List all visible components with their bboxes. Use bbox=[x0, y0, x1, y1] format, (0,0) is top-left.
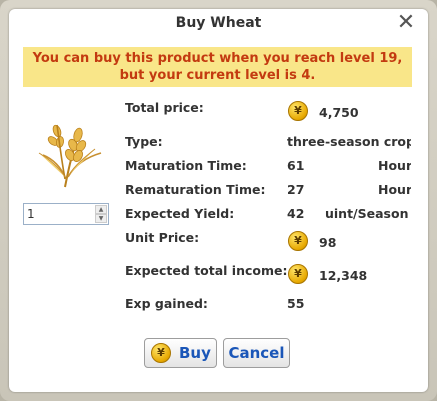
maturation-time-unit: Hours bbox=[378, 158, 411, 173]
increment-arrow-icon[interactable]: ▲ bbox=[95, 205, 107, 214]
close-icon[interactable]: ✕ bbox=[396, 12, 416, 34]
cancel-button[interactable]: Cancel bbox=[223, 338, 290, 368]
level-warning: You can buy this product when you reach … bbox=[23, 47, 412, 87]
type-label: Type: bbox=[125, 134, 163, 149]
maturation-time-label: Maturation Time: bbox=[125, 158, 247, 173]
coin-icon: ¥ bbox=[288, 231, 308, 251]
buy-button-label: Buy bbox=[179, 344, 211, 362]
buy-button[interactable]: ¥ Buy bbox=[144, 338, 217, 368]
rematuration-time-label: Rematuration Time: bbox=[125, 182, 266, 197]
rematuration-time-value: 27 bbox=[287, 182, 305, 197]
expected-income-label: Expected total income: bbox=[125, 263, 288, 278]
expected-yield-unit: uint/Season bbox=[325, 206, 409, 221]
maturation-time-value: 61 bbox=[287, 158, 305, 173]
unit-price-label: Unit Price: bbox=[125, 230, 200, 245]
exp-gained-value: 55 bbox=[287, 296, 305, 311]
quantity-input[interactable] bbox=[27, 206, 89, 222]
rematuration-time-unit: Hours bbox=[378, 182, 411, 197]
expected-income-value: 12,348 bbox=[319, 268, 368, 283]
coin-icon: ¥ bbox=[151, 343, 171, 363]
total-price-label: Total price: bbox=[125, 100, 204, 115]
exp-gained-label: Exp gained: bbox=[125, 296, 208, 311]
type-value: three-season crop bbox=[287, 134, 411, 149]
buy-dialog: Buy Wheat ✕ You can buy this product whe… bbox=[9, 9, 428, 392]
wheat-icon bbox=[38, 124, 102, 188]
dialog-title: Buy Wheat bbox=[175, 15, 262, 31]
expected-yield-value: 42 bbox=[287, 206, 305, 221]
dialog-frame: Buy Wheat ✕ You can buy this product whe… bbox=[0, 0, 437, 401]
coin-icon: ¥ bbox=[288, 264, 308, 284]
total-price-value: 4,750 bbox=[319, 105, 359, 120]
expected-yield-label: Expected Yield: bbox=[125, 206, 235, 221]
quantity-stepper[interactable]: ▲ ▼ bbox=[23, 203, 109, 225]
unit-price-value: 98 bbox=[319, 235, 337, 250]
decrement-arrow-icon[interactable]: ▼ bbox=[95, 214, 107, 223]
coin-icon: ¥ bbox=[288, 101, 308, 121]
